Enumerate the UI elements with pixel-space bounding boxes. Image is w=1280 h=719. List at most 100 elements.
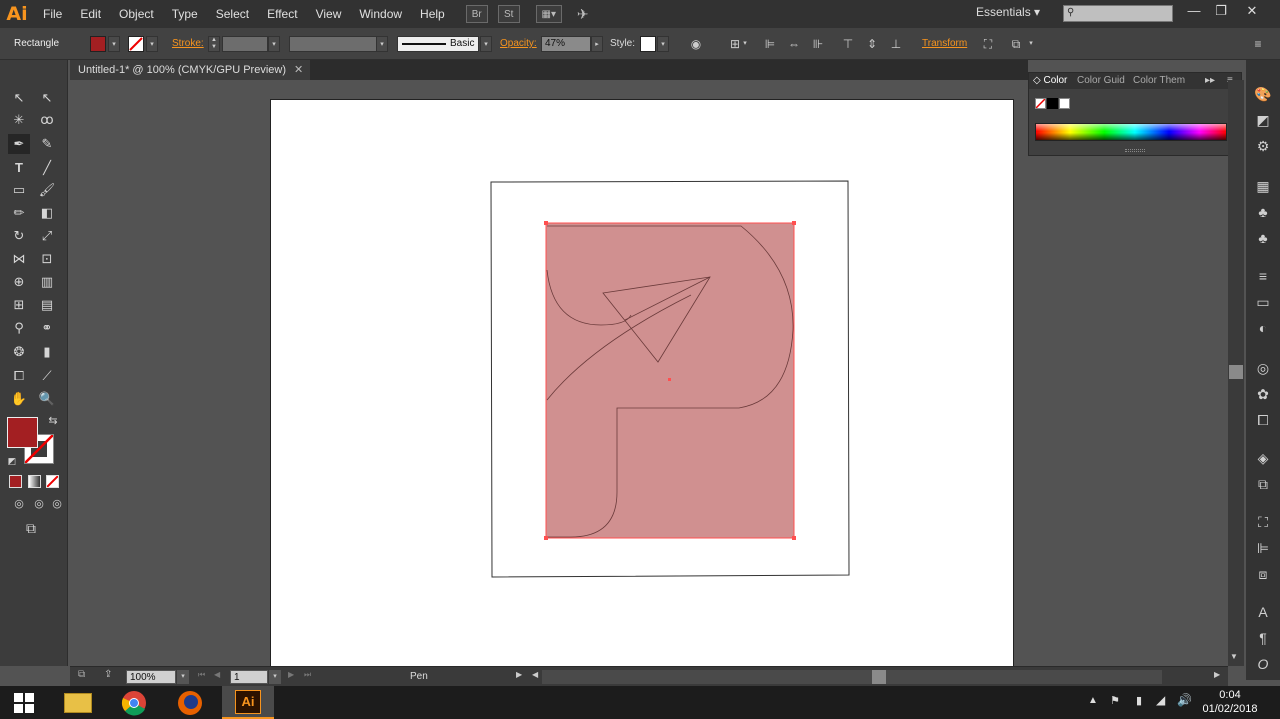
action-center-icon[interactable]: ⚑ bbox=[1110, 694, 1120, 707]
align-horizontal-center-icon[interactable]: ⇔ bbox=[786, 36, 802, 52]
menu-select[interactable]: Select bbox=[207, 0, 258, 28]
opentype-panel-icon[interactable]: O bbox=[1253, 654, 1273, 674]
direct-selection-tool-icon[interactable]: ↖ bbox=[36, 88, 58, 108]
menu-window[interactable]: Window bbox=[350, 0, 411, 28]
anchor-top-left[interactable] bbox=[544, 221, 548, 225]
align-bottom-icon[interactable]: ⊥ bbox=[888, 36, 904, 52]
opacity-dropdown[interactable]: ▸ bbox=[591, 36, 603, 52]
fill-color-front[interactable] bbox=[7, 417, 38, 448]
tab-color[interactable]: ◇ Color bbox=[1033, 75, 1067, 86]
character-panel-icon[interactable]: A bbox=[1253, 602, 1273, 622]
taskbar-file-explorer[interactable] bbox=[52, 686, 104, 719]
network-icon[interactable]: ◢ bbox=[1156, 693, 1165, 707]
opacity-label[interactable]: Opacity: bbox=[500, 38, 537, 49]
tab-color-guide[interactable]: Color Guid bbox=[1077, 75, 1125, 86]
stock-button[interactable]: St bbox=[497, 5, 520, 23]
first-artboard-icon[interactable]: ⏮ bbox=[198, 670, 205, 680]
default-fill-stroke-icon[interactable]: ◩ bbox=[1, 451, 23, 471]
artboard-navigation-icon[interactable]: ⧉ bbox=[78, 669, 85, 680]
eyedropper-tool-icon[interactable]: ⚲ bbox=[8, 318, 30, 338]
draw-normal-icon[interactable]: ◎ bbox=[8, 494, 30, 514]
zoom-field[interactable]: 100% bbox=[126, 670, 176, 684]
pencil-tool-icon[interactable]: ✏ bbox=[8, 203, 30, 223]
layers-panel-icon[interactable]: ◈ bbox=[1253, 448, 1273, 468]
menu-help[interactable]: Help bbox=[411, 0, 454, 28]
scroll-left-arrow-icon[interactable]: ◀ bbox=[532, 670, 538, 679]
search-input[interactable]: ⚲ bbox=[1063, 5, 1173, 22]
panel-resize-grip[interactable] bbox=[1125, 149, 1145, 152]
align-vertical-center-icon[interactable]: ⇕ bbox=[864, 36, 880, 52]
align-panel-icon[interactable]: ⊫ bbox=[1253, 538, 1273, 558]
paragraph-panel-icon[interactable]: ¶ bbox=[1253, 628, 1273, 648]
brushes-icon[interactable]: ♣ bbox=[1253, 202, 1273, 222]
gradient-panel-icon[interactable]: ▭ bbox=[1253, 292, 1273, 312]
shape-mode-dropdown[interactable]: ▾ bbox=[1026, 36, 1036, 52]
symbols-icon[interactable]: ♣ bbox=[1253, 228, 1273, 248]
close-button[interactable]: ✕ bbox=[1238, 3, 1266, 19]
panel-expand-icon[interactable]: ▸▸ bbox=[1205, 75, 1215, 86]
pathfinder-panel-icon[interactable]: ⧈ bbox=[1253, 564, 1273, 584]
mesh-tool-icon[interactable]: ⊞ bbox=[8, 295, 30, 315]
previous-artboard-icon[interactable]: ◀ bbox=[214, 670, 220, 679]
transform-panel-icon[interactable]: ⛶ bbox=[1253, 512, 1273, 532]
close-document-icon[interactable]: ✕ bbox=[294, 60, 303, 80]
appearance-panel-icon[interactable]: ◎ bbox=[1253, 358, 1273, 378]
rectangle-tool-icon[interactable]: ▭ bbox=[8, 180, 30, 200]
slice-tool-icon[interactable]: ⟋ bbox=[36, 366, 58, 386]
stroke-weight-dropdown[interactable]: ▾ bbox=[268, 36, 280, 52]
swap-fill-stroke-icon[interactable]: ⇆ bbox=[42, 411, 64, 431]
artboard-number-field[interactable]: 1 bbox=[230, 670, 268, 684]
menu-object[interactable]: Object bbox=[110, 0, 163, 28]
image-trace-icon[interactable]: ⧠ bbox=[1253, 410, 1273, 430]
hand-tool-icon[interactable]: ✋ bbox=[8, 389, 30, 409]
shape-mode-icon[interactable]: ⧉ bbox=[1008, 36, 1024, 52]
document-tab[interactable]: Untitled-1* @ 100% (CMYK/GPU Preview) bbox=[70, 60, 310, 80]
black-swatch[interactable] bbox=[1047, 98, 1058, 109]
vertical-scroll-thumb[interactable] bbox=[1229, 365, 1243, 379]
anchor-bottom-right[interactable] bbox=[792, 536, 796, 540]
magic-wand-tool-icon[interactable]: ✳ bbox=[8, 110, 30, 130]
share-icon[interactable]: ⇪ bbox=[104, 669, 112, 680]
battery-icon[interactable]: ▮ bbox=[1136, 694, 1142, 707]
shape-builder-tool-icon[interactable]: ⊕ bbox=[8, 272, 30, 292]
white-swatch[interactable] bbox=[1059, 98, 1070, 109]
zoom-tool-icon[interactable]: 🔍 bbox=[36, 389, 58, 409]
eraser-tool-icon[interactable]: ◧ bbox=[36, 203, 58, 223]
last-artboard-icon[interactable]: ⏭ bbox=[304, 670, 311, 680]
isolate-group-icon[interactable]: ⛶ bbox=[980, 36, 996, 52]
align-to-dropdown[interactable]: ▾ bbox=[740, 36, 750, 52]
color-mode-icon[interactable] bbox=[9, 475, 22, 488]
center-point[interactable] bbox=[668, 378, 671, 381]
curvature-tool-icon[interactable]: ✎ bbox=[36, 134, 58, 154]
scale-tool-icon[interactable]: ⤢ bbox=[36, 226, 58, 246]
line-segment-tool-icon[interactable]: ╱ bbox=[36, 158, 58, 178]
volume-icon[interactable]: 🔊 bbox=[1177, 693, 1192, 707]
arrange-documents-icon[interactable]: ▦▾ bbox=[535, 5, 562, 23]
color-guide-icon[interactable]: ◩ bbox=[1253, 110, 1273, 130]
none-mode-icon[interactable] bbox=[46, 475, 59, 488]
variable-width-dropdown[interactable]: ▾ bbox=[376, 36, 388, 52]
zoom-dropdown[interactable]: ▾ bbox=[177, 670, 189, 684]
restore-button[interactable]: ❐ bbox=[1207, 3, 1235, 19]
workspace-switcher[interactable]: Essentials ▾ bbox=[976, 5, 1040, 19]
rotate-tool-icon[interactable]: ↻ bbox=[8, 226, 30, 246]
stroke-dropdown[interactable]: ▾ bbox=[146, 36, 158, 52]
symbol-sprayer-tool-icon[interactable]: ❂ bbox=[8, 342, 30, 362]
artboards-panel-icon[interactable]: ⧉ bbox=[1253, 474, 1273, 494]
gradient-mode-icon[interactable] bbox=[28, 475, 41, 488]
style-swatch[interactable] bbox=[640, 36, 656, 52]
artboard-dropdown[interactable]: ▾ bbox=[269, 670, 281, 684]
type-tool-icon[interactable]: T bbox=[8, 158, 30, 178]
align-right-icon[interactable]: ⊪ bbox=[810, 36, 826, 52]
horizontal-scrollbar[interactable] bbox=[542, 670, 1162, 684]
opacity-field[interactable]: 47% bbox=[541, 36, 591, 52]
bridge-button[interactable]: Br bbox=[465, 5, 488, 23]
variable-width-profile[interactable] bbox=[289, 36, 377, 52]
align-left-icon[interactable]: ⊫ bbox=[762, 36, 778, 52]
menu-view[interactable]: View bbox=[307, 0, 351, 28]
style-dropdown[interactable]: ▾ bbox=[657, 36, 669, 52]
brush-dropdown[interactable]: ▾ bbox=[480, 36, 492, 52]
swatches-icon[interactable]: ▦ bbox=[1253, 176, 1273, 196]
gpu-performance-icon[interactable]: ✈ bbox=[572, 5, 594, 23]
blend-tool-icon[interactable]: ⚭ bbox=[36, 318, 58, 338]
